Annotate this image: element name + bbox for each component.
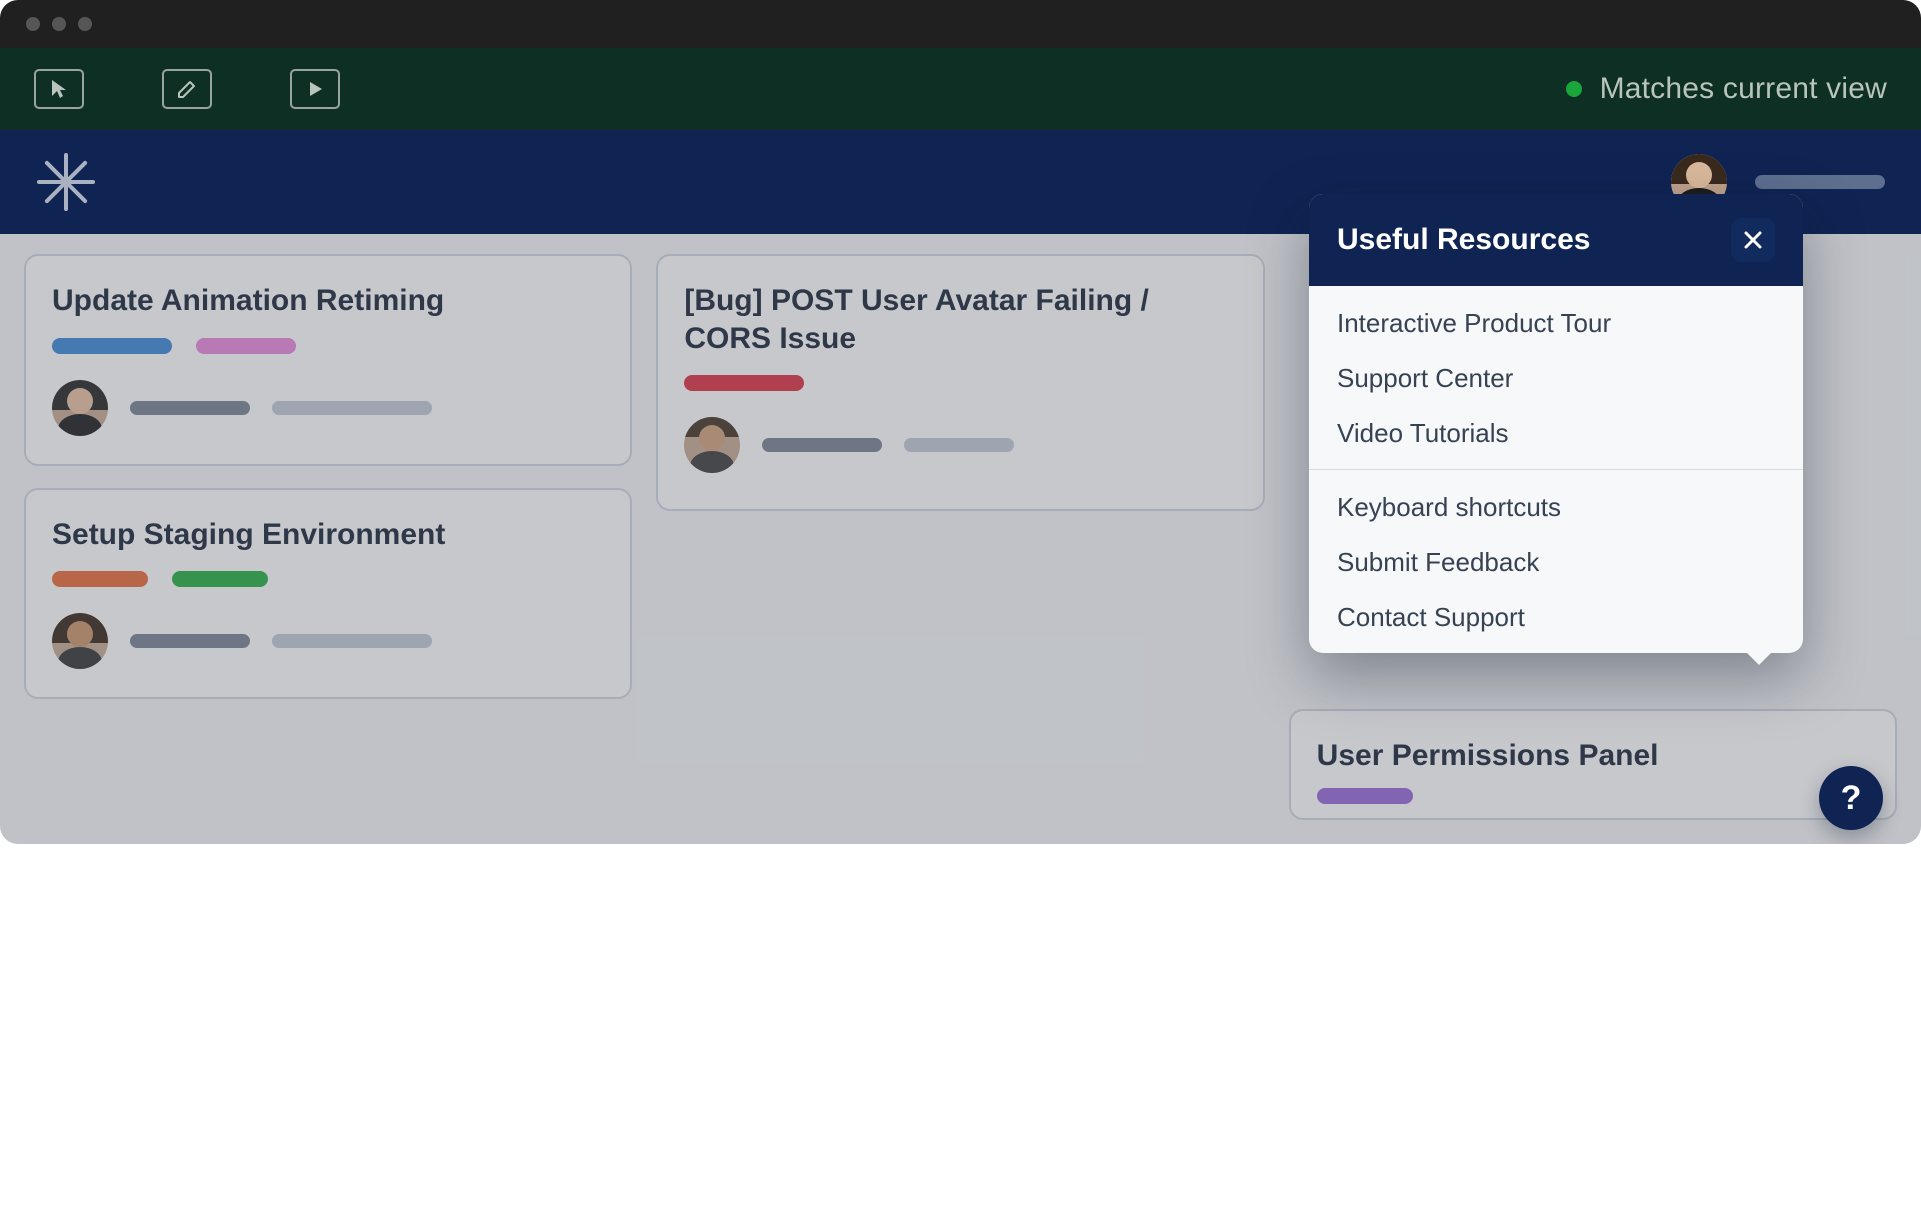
- toolbar-status: Matches current view: [1566, 72, 1887, 106]
- card-tags: [1317, 788, 1869, 804]
- header-user-name-placeholder: [1755, 175, 1885, 189]
- popover-item-interactive-tour[interactable]: Interactive Product Tour: [1337, 308, 1775, 339]
- popover-item-video-tutorials[interactable]: Video Tutorials: [1337, 418, 1775, 449]
- assignee-name-placeholder: [130, 401, 250, 415]
- tag-blue-icon: [52, 338, 172, 354]
- card-title: User Permissions Panel: [1317, 737, 1869, 775]
- popover-section-1: Interactive Product Tour Support Center …: [1309, 286, 1803, 469]
- assignee-meta-placeholder: [272, 401, 432, 415]
- window-control-close[interactable]: [26, 17, 40, 31]
- edit-tool-button[interactable]: [162, 69, 212, 109]
- window-control-minimize[interactable]: [52, 17, 66, 31]
- board-card[interactable]: Setup Staging Environment: [24, 488, 632, 700]
- board-column: [Bug] POST User Avatar Failing / CORS Is…: [656, 254, 1264, 820]
- card-title: Setup Staging Environment: [52, 516, 604, 554]
- card-tags: [52, 571, 604, 587]
- card-assignee-row: [52, 613, 604, 669]
- card-assignee-row: [52, 380, 604, 436]
- board-card[interactable]: [Bug] POST User Avatar Failing / CORS Is…: [656, 254, 1264, 511]
- popover-header: Useful Resources: [1309, 194, 1803, 286]
- help-icon: ?: [1841, 779, 1862, 818]
- popover-item-contact-support[interactable]: Contact Support: [1337, 602, 1775, 633]
- popover-title: Useful Resources: [1337, 223, 1590, 257]
- card-tags: [52, 338, 604, 354]
- app-window: Matches current view Update Animation Re…: [0, 0, 1921, 844]
- assignee-avatar[interactable]: [52, 613, 108, 669]
- logo-icon: [36, 152, 96, 212]
- window-control-zoom[interactable]: [78, 17, 92, 31]
- tag-orange-icon: [52, 571, 148, 587]
- assignee-name-placeholder: [762, 438, 882, 452]
- tag-red-icon: [684, 375, 804, 391]
- tag-green-icon: [172, 571, 268, 587]
- board-column: Update Animation Retiming Setup Staging …: [24, 254, 632, 820]
- popover-section-2: Keyboard shortcuts Submit Feedback Conta…: [1309, 470, 1803, 653]
- popover-item-submit-feedback[interactable]: Submit Feedback: [1337, 547, 1775, 578]
- board-card[interactable]: User Permissions Panel: [1289, 709, 1897, 821]
- assignee-avatar[interactable]: [52, 380, 108, 436]
- popover-item-support-center[interactable]: Support Center: [1337, 363, 1775, 394]
- card-assignee-row: [684, 417, 1236, 473]
- assignee-avatar[interactable]: [684, 417, 740, 473]
- tag-purple-icon: [1317, 788, 1413, 804]
- play-tool-button[interactable]: [290, 69, 340, 109]
- help-fab-button[interactable]: ?: [1819, 766, 1883, 830]
- popover-close-button[interactable]: [1731, 218, 1775, 262]
- assignee-name-placeholder: [130, 634, 250, 648]
- tag-pink-icon: [196, 338, 296, 354]
- window-titlebar: [0, 0, 1921, 48]
- status-indicator-dot: [1566, 81, 1582, 97]
- select-tool-button[interactable]: [34, 69, 84, 109]
- useful-resources-popover: Useful Resources Interactive Product Tou…: [1309, 194, 1803, 653]
- assignee-meta-placeholder: [904, 438, 1014, 452]
- editor-toolbar: Matches current view: [0, 48, 1921, 130]
- card-tags: [684, 375, 1236, 391]
- card-title: [Bug] POST User Avatar Failing / CORS Is…: [684, 282, 1236, 357]
- status-text: Matches current view: [1600, 72, 1887, 106]
- assignee-meta-placeholder: [272, 634, 432, 648]
- card-title: Update Animation Retiming: [52, 282, 604, 320]
- board-card[interactable]: Update Animation Retiming: [24, 254, 632, 466]
- close-icon: [1742, 229, 1764, 251]
- popover-item-keyboard-shortcuts[interactable]: Keyboard shortcuts: [1337, 492, 1775, 523]
